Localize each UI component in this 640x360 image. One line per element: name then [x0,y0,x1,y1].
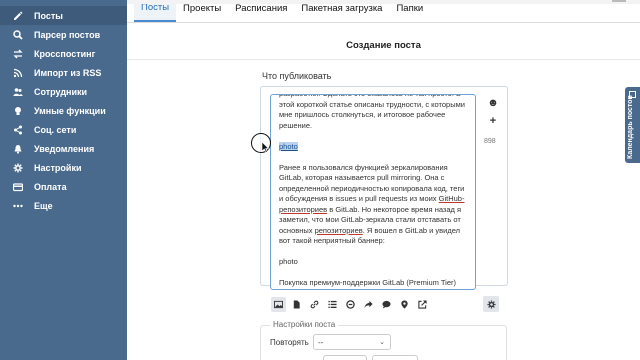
gear-icon [11,162,25,174]
sidebar-nav: Посты Парсер постов Кросспостинг Импорт … [0,0,127,215]
text-segment: Ранее я пользовался функцией зеркалирова… [279,162,465,204]
more-icon [11,200,25,212]
sidebar-item-posts[interactable]: Посты [0,6,127,25]
sidebar-item-label: Посты [34,10,63,21]
sidebar-item-social[interactable]: Соц. сети [0,120,127,139]
text-paragraph: photo [279,257,298,266]
top-strip-mark [612,0,626,2]
top-strip [127,0,640,4]
forward-button[interactable] [361,297,376,312]
sidebar-item-label: Настройки [34,162,82,173]
rss-icon [11,67,25,79]
location-icon [401,299,408,309]
publish-label: Что публиковать [262,71,332,81]
users-icon [11,86,25,98]
location-button[interactable] [397,297,412,312]
plus-icon: + [489,115,497,127]
repeat-select[interactable]: -- ⌄ [313,334,391,350]
search-icon [11,29,25,41]
smile-icon: ☻ [487,97,499,109]
sidebar-item-label: Умные функции [34,105,106,116]
mouse-pointer-icon [262,142,270,153]
sidebar-item-staff[interactable]: Сотрудники [0,82,127,101]
sidebar-item-more[interactable]: Еще [0,196,127,215]
link-icon [310,300,319,308]
exchange-icon [11,48,25,60]
title-divider [127,59,640,60]
sidebar-item-label: Парсер постов [34,29,101,40]
image-icon [274,300,283,308]
sidebar-item-rss[interactable]: Импорт из RSS [0,63,127,82]
bell-icon [11,143,25,155]
file-button[interactable] [289,297,304,312]
sidebar-item-label: Соц. сети [34,124,77,135]
bulb-icon [11,105,25,117]
editor-toolbar [271,296,433,312]
calendar-posts-tab[interactable]: Календарь постов [625,87,640,163]
image-button[interactable] [271,296,286,312]
text-paragraph: Ранее я пользовался функцией зеркалирова… [279,163,467,247]
link-button[interactable] [307,297,322,312]
poll-button[interactable] [343,297,358,312]
list-icon [328,300,337,308]
sidebar-item-parser[interactable]: Парсер постов [0,25,127,44]
gear-icon [486,299,496,309]
file-icon [293,299,300,309]
text-paragraph: photo [279,141,467,153]
post-text-area[interactable]: разработки. Сделать это оказалось не так… [270,94,476,290]
bottom-control[interactable] [372,355,418,360]
post-settings-legend: Настройки поста [270,320,339,329]
post-text-content: разработки. Сделать это оказалось не так… [271,95,475,289]
post-editor: разработки. Сделать это оказалось не так… [260,86,508,290]
sidebar-item-notifications[interactable]: Уведомления [0,139,127,158]
sidebar-item-label: Еще [34,200,53,211]
text-paragraph: разработки. Сделать это оказалось не так… [279,95,465,130]
editor-settings-button[interactable] [483,296,499,312]
sidebar-item-label: Сотрудники [34,86,88,97]
sidebar-item-payment[interactable]: Оплата [0,177,127,196]
sidebar-item-label: Импорт из RSS [34,67,102,78]
bottom-control[interactable] [323,355,367,360]
emoji-button[interactable]: ☻ [486,96,500,110]
external-icon [418,299,427,309]
card-icon [11,181,25,193]
chevron-down-icon: ⌄ [379,339,385,346]
selected-photo-placeholder: photo [279,141,298,151]
poll-icon [346,299,355,309]
external-link-button[interactable] [415,297,430,312]
calendar-tab-label: Календарь постов [627,95,634,159]
comment-button[interactable] [379,297,394,312]
text-paragraph: Покупка премиум-поддержки GitLab (Premiu… [279,278,457,289]
sidebar: Посты Парсер постов Кросспостинг Импорт … [0,0,127,360]
text-link: репозиториев [314,225,363,235]
sidebar-item-smart[interactable]: Умные функции [0,101,127,120]
repeat-label: Повторять [270,338,309,347]
forward-icon [364,300,373,308]
char-counter: 898 [484,138,496,145]
page-title: Создание поста [346,40,421,51]
comment-icon [382,300,391,309]
sidebar-item-label: Кросспостинг [34,48,96,59]
edit-icon [11,10,25,22]
sidebar-item-crossposting[interactable]: Кросспостинг [0,44,127,63]
share-icon [11,124,25,136]
sidebar-item-label: Уведомления [34,143,95,154]
list-button[interactable] [325,297,340,312]
add-button[interactable]: + [486,114,500,128]
sidebar-item-label: Оплата [34,181,67,192]
repeat-select-value: -- [318,337,324,347]
sidebar-item-settings[interactable]: Настройки [0,158,127,177]
